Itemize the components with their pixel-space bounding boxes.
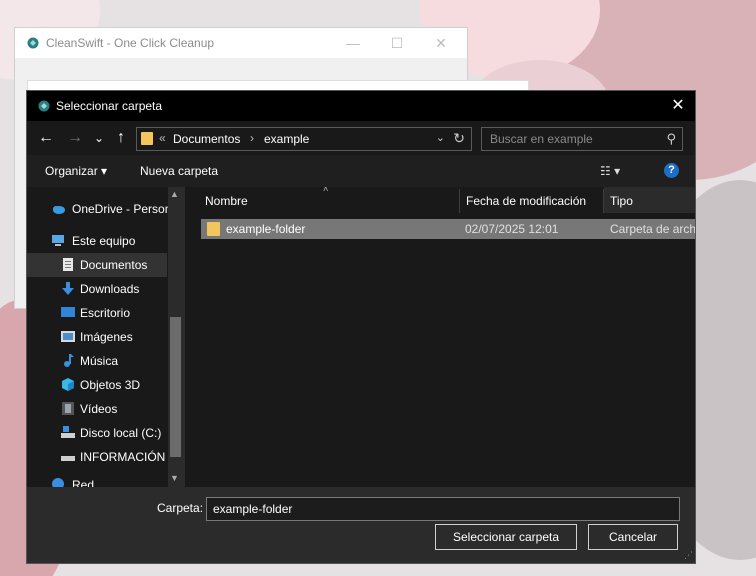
sidebar-item-label: Escritorio [80, 306, 131, 320]
folder-icon [207, 222, 220, 236]
sidebar-item-label: Este equipo [72, 234, 136, 248]
sidebar-item-onedrive[interactable]: OneDrive - Person [27, 197, 171, 221]
maximize-button[interactable]: ☐ [385, 32, 409, 54]
column-header-type[interactable]: Tipo [604, 187, 695, 213]
table-row[interactable]: example-folder 02/07/2025 12:01 Carpeta … [201, 219, 695, 239]
drive-icon [61, 426, 75, 438]
column-header-name[interactable]: Nombre ˄ [199, 187, 457, 213]
folder-picker-dialog: Seleccionar carpeta ✕ ← → ⌄ ↑ « Document… [26, 90, 696, 564]
videos-icon [62, 402, 74, 415]
drive-icon [61, 456, 75, 461]
computer-icon [52, 235, 64, 246]
back-arrow-icon[interactable]: ← [36, 128, 56, 148]
app-icon [27, 37, 39, 49]
organize-menu-button[interactable]: Organizar ▾ [45, 164, 107, 178]
sidebar-item-label: Vídeos [80, 402, 118, 416]
sidebar-item-label: Red [72, 478, 95, 487]
sidebar-item-musica[interactable]: Música [27, 349, 167, 373]
search-box[interactable]: ⚲ [481, 127, 683, 151]
scroll-up-arrow-icon[interactable]: ▲ [170, 189, 179, 199]
background-title-bar: CleanSwift - One Click Cleanup — ☐ ✕ [15, 28, 467, 58]
sidebar-item-escritorio[interactable]: Escritorio [27, 301, 167, 325]
resize-grip-icon[interactable]: ⋰ [684, 550, 693, 561]
documents-icon [63, 258, 73, 271]
dialog-title: Seleccionar carpeta [56, 99, 163, 113]
navigation-pane-scrollbar[interactable]: ▲ ▼ [168, 187, 183, 487]
column-header-type-label: Tipo [610, 194, 633, 208]
breadcrumb-overflow[interactable]: « [159, 131, 166, 145]
sort-ascending-icon: ˄ [323, 187, 329, 194]
command-toolbar: Organizar ▾ Nueva carpeta ☷ ▾ ? [27, 155, 695, 187]
background-window-title: CleanSwift - One Click Cleanup [46, 36, 215, 50]
help-icon[interactable]: ? [664, 163, 679, 178]
forward-arrow-icon[interactable]: → [65, 128, 85, 148]
column-header-date-label: Fecha de modificación [466, 194, 587, 208]
minimize-button[interactable]: — [341, 32, 365, 54]
sidebar-item-documentos[interactable]: Documentos [27, 253, 167, 277]
sidebar-item-informacion[interactable]: INFORMACIÓN [27, 445, 167, 469]
sidebar-item-label: INFORMACIÓN [80, 450, 166, 464]
network-icon [52, 478, 64, 487]
cancel-button[interactable]: Cancelar [588, 524, 678, 550]
file-type: Carpeta de archi [610, 222, 695, 236]
sidebar-item-label: Downloads [80, 282, 140, 296]
navigation-pane: OneDrive - Person Este equipo Documentos… [27, 187, 183, 487]
address-bar[interactable]: « Documentos › example ⌄ ↻ [136, 127, 472, 151]
download-icon [62, 282, 74, 295]
close-button[interactable]: ✕ [429, 32, 453, 54]
view-options-button[interactable]: ☷ ▾ [600, 164, 620, 178]
sidebar-item-objetos-3d[interactable]: Objetos 3D [27, 373, 167, 397]
breadcrumb-separator[interactable]: › [250, 131, 254, 145]
sidebar-item-label: Objetos 3D [80, 378, 141, 392]
search-icon[interactable]: ⚲ [666, 131, 676, 147]
breadcrumb-documentos[interactable]: Documentos [173, 132, 240, 146]
cloud-icon [53, 206, 65, 214]
up-arrow-icon[interactable]: ↑ [111, 128, 131, 148]
sidebar-item-label: Disco local (C:) [80, 426, 162, 440]
folder-icon [141, 132, 153, 145]
refresh-icon[interactable]: ↻ [453, 130, 465, 147]
recent-locations-chevron-icon[interactable]: ⌄ [89, 128, 109, 148]
sidebar-item-imagenes[interactable]: Imágenes [27, 325, 167, 349]
dialog-close-button[interactable]: ✕ [667, 95, 689, 117]
dialog-title-bar: Seleccionar carpeta ✕ [27, 91, 695, 121]
sidebar-item-label: Música [80, 354, 119, 368]
column-header-date[interactable]: Fecha de modificación [460, 187, 602, 213]
sidebar-item-label: OneDrive - Person [72, 202, 172, 216]
sidebar-item-red[interactable]: Red [27, 473, 167, 487]
sidebar-item-this-pc[interactable]: Este equipo [27, 229, 167, 253]
navigation-bar: ← → ⌄ ↑ « Documentos › example ⌄ ↻ ⚲ [27, 121, 695, 155]
select-folder-button[interactable]: Seleccionar carpeta [435, 524, 577, 550]
file-modified-date: 02/07/2025 12:01 [465, 222, 559, 236]
column-header-name-label: Nombre [205, 194, 248, 208]
pictures-icon [61, 331, 75, 342]
sidebar-item-disco-local[interactable]: Disco local (C:) [27, 421, 167, 445]
address-dropdown-icon[interactable]: ⌄ [436, 131, 445, 144]
file-list-pane: Nombre ˄ Fecha de modificación Tipo exam… [185, 187, 695, 487]
breadcrumb-example[interactable]: example [264, 132, 309, 146]
new-folder-button[interactable]: Nueva carpeta [140, 164, 218, 178]
sidebar-item-label: Imágenes [80, 330, 133, 344]
file-name: example-folder [226, 222, 306, 236]
folder-field-label: Carpeta: [157, 501, 204, 515]
sidebar-item-label: Documentos [80, 258, 148, 272]
search-input[interactable] [488, 131, 660, 147]
scrollbar-thumb[interactable] [170, 317, 181, 457]
folder-name-input[interactable] [206, 497, 680, 521]
3d-objects-icon [62, 378, 74, 391]
sidebar-item-videos[interactable]: Vídeos [27, 397, 167, 421]
scroll-down-arrow-icon[interactable]: ▼ [170, 473, 179, 483]
desktop-icon [61, 307, 75, 317]
dialog-footer: Carpeta: Seleccionar carpeta Cancelar ⋰ [27, 487, 695, 563]
sidebar-item-downloads[interactable]: Downloads [27, 277, 167, 301]
app-icon [38, 100, 50, 112]
music-icon [64, 354, 74, 367]
